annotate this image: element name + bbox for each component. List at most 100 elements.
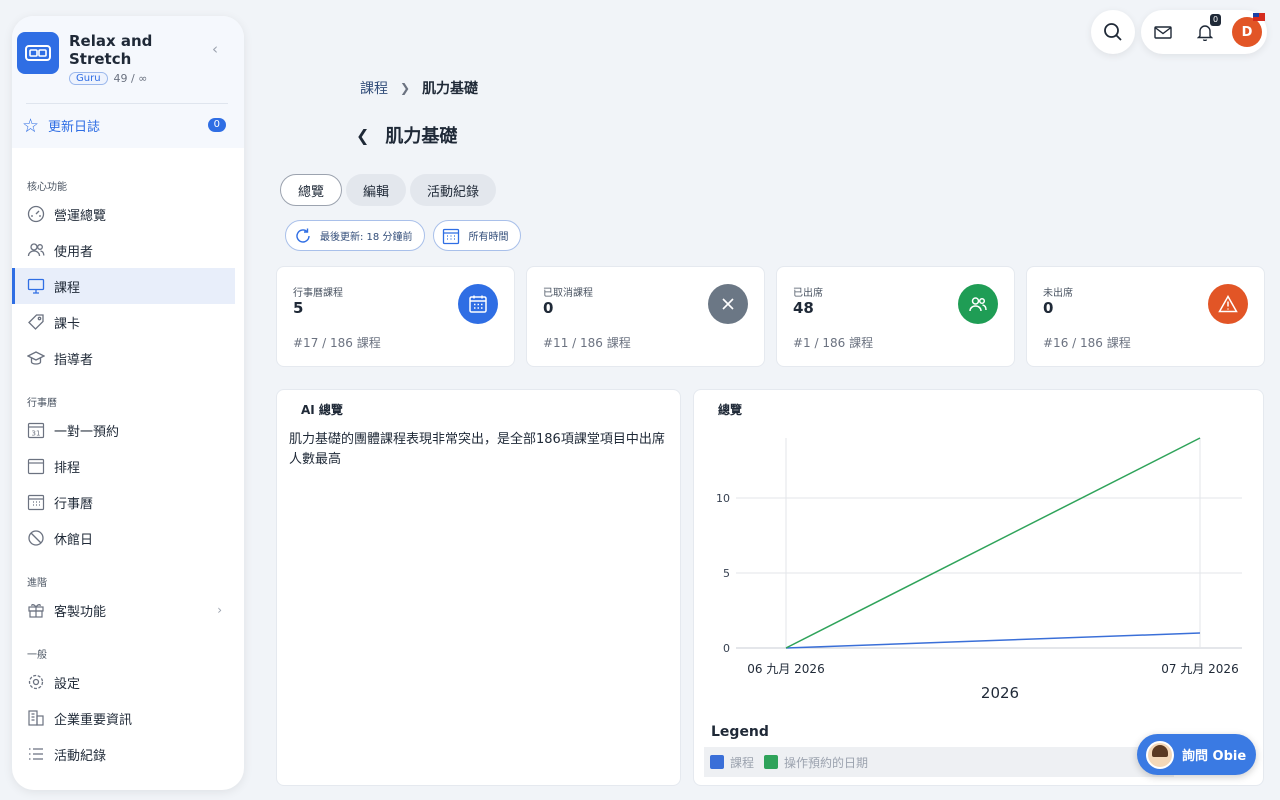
page-title: 肌力基礎 [385, 126, 458, 147]
sidebar-item-custom-features[interactable]: 客製功能 › [12, 592, 244, 628]
series-line [785, 437, 1201, 649]
section-title-general: 一般 [27, 650, 47, 661]
brand[interactable]: Relax and Stretch Guru 49 / ∞ ‹ [17, 32, 236, 85]
plan-badge: Guru [69, 72, 108, 85]
calendar-blank-icon [26, 456, 46, 476]
gift-icon [26, 600, 46, 620]
ask-obie-label: 詢問 Obie [1182, 749, 1247, 764]
sidebar-item-label: 設定 [54, 676, 81, 692]
stat-rank: #16 / 186 課程 [1043, 336, 1131, 350]
stat-value: 48 [793, 299, 814, 317]
last-updated-label: 最後更新: 18 分鐘前 [320, 232, 413, 243]
y-tick-label: 5 [723, 567, 730, 580]
breadcrumb: 課程 ❯ 肌力基礎 [360, 78, 478, 98]
sidebar-item-activity-log[interactable]: 活動紀錄 [12, 736, 244, 772]
graduation-cap-icon [26, 348, 46, 368]
bell-icon[interactable] [1197, 23, 1213, 41]
ban-icon [26, 528, 46, 548]
users-icon [26, 240, 46, 260]
back-chevron-left-icon[interactable]: ❮ [356, 126, 369, 145]
divider [26, 103, 228, 104]
stat-value: 0 [543, 299, 554, 317]
sidebar-item-label: 休館日 [54, 532, 94, 548]
tag-icon [26, 312, 46, 332]
sidebar-header: Relax and Stretch Guru 49 / ∞ ‹ ☆ 更新日誌 0 [12, 16, 244, 148]
overview-chart-panel: 總覽 0 5 10 06 九月 2026 07 九月 2026 2026 Legend 課… [693, 389, 1264, 786]
changelog-link[interactable]: ☆ 更新日誌 0 [18, 116, 236, 135]
y-tick-label: 0 [723, 642, 730, 655]
ai-panel-title: AI 總覽 [301, 403, 343, 417]
sidebar-item-one-on-one[interactable]: 31 一對一預約 [12, 412, 244, 448]
mail-icon[interactable] [1154, 26, 1172, 39]
search-button[interactable] [1091, 10, 1135, 54]
sidebar-item-company-info[interactable]: 企業重要資訊 [12, 700, 244, 736]
sidebar-item-overview[interactable]: 營運總覽 [12, 196, 244, 232]
sidebar-item-calendar[interactable]: 行事曆 [12, 484, 244, 520]
breadcrumb-courses-link[interactable]: 課程 [360, 78, 388, 98]
chevron-right-icon: › [217, 603, 222, 617]
changelog-label: 更新日誌 [48, 120, 101, 135]
stat-rank: #17 / 186 課程 [293, 336, 381, 350]
usage-count: 49 / ∞ [113, 72, 148, 85]
calendar-31-icon: 31 [26, 420, 46, 440]
legend-swatch [764, 755, 779, 769]
sidebar-item-settings[interactable]: 設定 [12, 664, 244, 700]
sidebar-item-users[interactable]: 使用者 [12, 232, 244, 268]
section-title-calendar: 行事曆 [27, 398, 57, 409]
tab-overview[interactable]: 總覽 [280, 174, 343, 206]
legend-item[interactable]: 操作預約的日期 [764, 754, 868, 771]
changelog-count-badge: 0 [207, 118, 226, 132]
brand-name: Relax and Stretch [69, 32, 153, 68]
stat-rank: #1 / 186 課程 [793, 336, 874, 350]
date-range-label: 所有時間 [468, 232, 509, 243]
stat-value: 0 [1043, 299, 1054, 317]
assistant-avatar [1146, 740, 1174, 769]
sidebar-item-cards[interactable]: 課卡 [12, 304, 244, 340]
sidebar-item-label: 指導者 [54, 352, 94, 368]
date-range-button[interactable]: 所有時間 [433, 220, 522, 251]
tabs: 總覽 編輯 活動紀錄 [280, 174, 500, 206]
x-tick-label: 07 九月 2026 [1161, 662, 1238, 676]
sidebar-item-label: 活動紀錄 [54, 748, 107, 764]
list-icon [26, 744, 46, 764]
calendar-icon [458, 284, 498, 324]
stat-rank: #11 / 186 課程 [543, 336, 631, 350]
avatar[interactable]: D [1232, 17, 1262, 47]
close-icon [708, 284, 748, 324]
section-title-core: 核心功能 [27, 182, 67, 193]
sidebar-item-label: 營運總覽 [54, 208, 107, 224]
sidebar-item-label: 課卡 [54, 316, 81, 332]
sidebar-item-schedule[interactable]: 排程 [12, 448, 244, 484]
svg-text:31: 31 [32, 430, 41, 438]
chevron-right-icon: ❯ [400, 81, 411, 95]
ask-obie-button[interactable]: 詢問 Obie [1137, 734, 1256, 775]
sidebar-item-courses[interactable]: 課程 [12, 268, 235, 304]
breadcrumb-current: 肌力基礎 [422, 81, 479, 97]
brand-logo-icon [17, 32, 59, 74]
calendar-icon [442, 227, 460, 245]
ai-summary-text: 肌力基礎的團體課程表現非常突出，是全部186項課堂項目中出席人數最高 [289, 432, 665, 467]
stat-card-attended: 已出席 48 #1 / 186 課程 [776, 266, 1015, 367]
stat-label: 已出席 [793, 288, 823, 299]
search-icon [1104, 23, 1122, 41]
legend-label: 操作預約的日期 [784, 755, 869, 770]
refresh-button[interactable]: 最後更新: 18 分鐘前 [285, 220, 426, 251]
stat-label: 已取消課程 [543, 288, 593, 299]
stat-card-absent: 未出席 0 #16 / 186 課程 [1026, 266, 1265, 367]
stat-card-scheduled: 行事曆課程 5 #17 / 186 課程 [276, 266, 515, 367]
series-line [785, 632, 1201, 649]
section-title-advanced: 進階 [27, 578, 47, 589]
legend-item[interactable]: 課程 [710, 754, 754, 771]
calendar-grid-icon [26, 492, 46, 512]
sidebar-item-instructors[interactable]: 指導者 [12, 340, 244, 376]
tab-activity-log[interactable]: 活動紀錄 [410, 174, 497, 206]
legend: 課程 操作預約的日期 [704, 747, 1174, 777]
stat-value: 5 [293, 299, 304, 317]
star-icon: ☆ [22, 114, 40, 137]
collapse-sidebar-chevron-left-icon[interactable]: ‹ [212, 40, 218, 58]
user-actions: 0 D [1141, 10, 1267, 54]
language-flag-icon[interactable] [1253, 13, 1265, 21]
sidebar-item-closed-days[interactable]: 休館日 [12, 520, 244, 556]
refresh-icon [294, 227, 312, 245]
tab-edit[interactable]: 編輯 [346, 174, 407, 206]
